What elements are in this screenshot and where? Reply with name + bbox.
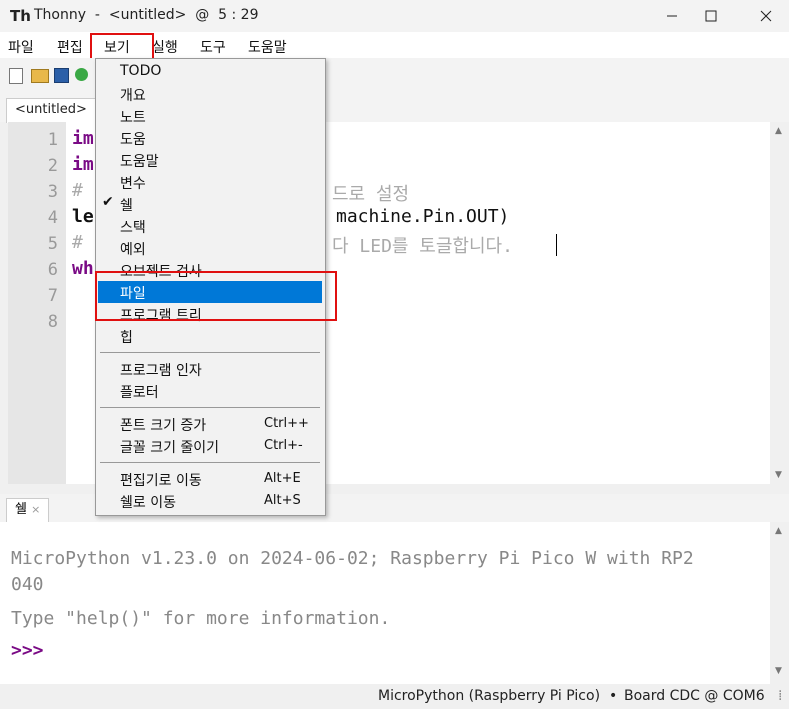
checkmark-icon: ✔	[102, 194, 114, 210]
menu-item-assistant[interactable]: 도움	[98, 127, 322, 149]
menu-file[interactable]: 파일	[8, 37, 34, 57]
menu-item-focus-shell[interactable]: 쉘로 이동 Alt+S	[98, 490, 322, 512]
scroll-down-icon[interactable]: ▼	[775, 470, 782, 480]
menu-separator	[100, 462, 320, 463]
shell-prompt: >>>	[11, 640, 44, 661]
tab-untitled[interactable]: <untitled>	[6, 98, 96, 123]
run-icon[interactable]	[75, 68, 88, 81]
code-line-3: #	[72, 180, 83, 201]
line-number: 7	[47, 286, 58, 306]
interpreter-selector[interactable]: MicroPython (Raspberry Pi Pico)	[378, 688, 600, 704]
save-file-icon[interactable]	[54, 68, 69, 83]
line-number: 2	[47, 156, 58, 176]
menu-tools[interactable]: 도구	[200, 37, 226, 57]
menu-item-help[interactable]: 도움말	[98, 149, 322, 171]
window-title: Thonny - <untitled> @ 5 : 29	[34, 7, 259, 23]
line-number: 1	[47, 130, 58, 150]
code-line-2: im	[72, 154, 94, 175]
shell-line-2: 040	[11, 574, 44, 595]
line-number-gutter: 1 2 3 4 5 6 7 8	[8, 122, 66, 484]
menu-item-stack[interactable]: 스택	[98, 215, 322, 237]
code-line-4-fragment: machine.Pin.OUT)	[336, 206, 510, 227]
app-logo-icon: Th	[10, 7, 31, 25]
line-number: 5	[47, 234, 58, 254]
port-label[interactable]: Board CDC @ COM6	[624, 688, 765, 704]
line-number: 6	[47, 260, 58, 280]
menu-run[interactable]: 실행	[152, 37, 178, 57]
line-number: 4	[47, 208, 58, 228]
menu-help[interactable]: 도움말	[248, 37, 287, 57]
menu-item-shell[interactable]: ✔ 쉘	[98, 193, 322, 215]
new-file-icon[interactable]	[9, 68, 23, 84]
menu-item-todo[interactable]: TODO	[98, 61, 322, 83]
menu-item-plotter[interactable]: 플로터	[98, 380, 322, 402]
menu-separator	[100, 407, 320, 408]
tab-shell[interactable]: 쉘 ×	[6, 498, 50, 523]
menu-item-program-arguments[interactable]: 프로그램 인자	[98, 358, 322, 380]
shell-panel[interactable]: MicroPython v1.23.0 on 2024-06-02; Raspb…	[0, 522, 770, 684]
code-line-6: wh	[72, 258, 94, 279]
line-number: 8	[47, 312, 58, 332]
menu-item-notes[interactable]: 노트	[98, 105, 322, 127]
resize-grip-icon[interactable]: ⁞	[778, 688, 782, 704]
scroll-down-icon[interactable]: ▼	[775, 666, 782, 676]
code-line-5-fragment: 다 LED를 토글합니다.	[332, 236, 513, 257]
menu-item-heap[interactable]: 힙	[98, 325, 322, 347]
code-line-5: #	[72, 232, 83, 253]
menu-item-outline[interactable]: 개요	[98, 83, 322, 105]
tab-label: <untitled>	[15, 102, 87, 117]
menu-item-focus-editor[interactable]: 편집기로 이동 Alt+E	[98, 468, 322, 490]
code-line-4: le	[72, 206, 94, 227]
menu-item-decrease-font[interactable]: 글꼴 크기 줄이기 Ctrl+-	[98, 435, 322, 457]
code-line-3-fragment: 드로 설정	[332, 184, 410, 205]
text-cursor	[556, 234, 557, 256]
menu-edit[interactable]: 편집	[57, 37, 83, 57]
scroll-up-icon[interactable]: ▲	[775, 526, 782, 536]
code-line-1: im	[72, 128, 94, 149]
title-bar: Th Thonny - <untitled> @ 5 : 29	[0, 0, 789, 32]
close-icon[interactable]: ×	[31, 503, 40, 516]
menu-separator	[100, 352, 320, 353]
line-number: 3	[47, 182, 58, 202]
editor-scrollbar[interactable]: ▲ ▼	[770, 122, 789, 484]
shell-scrollbar[interactable]: ▲ ▼	[770, 522, 789, 684]
status-bar: MicroPython (Raspberry Pi Pico) • Board …	[0, 684, 789, 709]
scroll-up-icon[interactable]: ▲	[775, 126, 782, 136]
menu-item-increase-font[interactable]: 폰트 크기 증가 Ctrl++	[98, 413, 322, 435]
menu-item-variables[interactable]: 변수	[98, 171, 322, 193]
shell-tab-label: 쉘	[15, 502, 27, 517]
open-file-icon[interactable]	[31, 69, 49, 83]
status-separator: •	[609, 688, 618, 704]
menu-item-exception[interactable]: 예외	[98, 237, 322, 259]
files-item-highlight	[95, 271, 337, 321]
shell-line-3: Type "help()" for more information.	[11, 608, 391, 629]
shell-line-1: MicroPython v1.23.0 on 2024-06-02; Raspb…	[11, 548, 694, 569]
maximize-icon[interactable]	[688, 0, 734, 32]
close-icon[interactable]	[743, 0, 789, 32]
